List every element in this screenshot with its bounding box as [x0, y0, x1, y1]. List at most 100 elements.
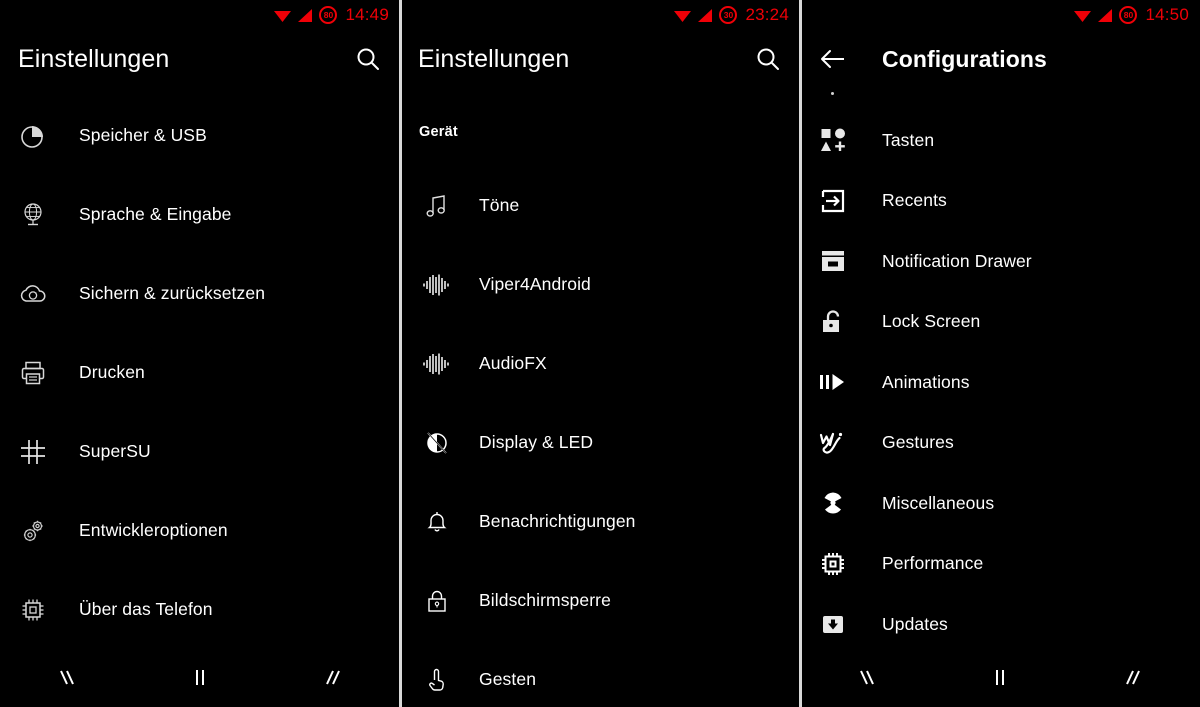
status-bar: 80 14:49: [0, 0, 400, 30]
list-item[interactable]: Sprache & Eingabe: [0, 175, 400, 254]
back-arrow-icon[interactable]: [819, 45, 847, 73]
cpu-icon: [816, 547, 850, 581]
list-item[interactable]: Recents: [800, 171, 1200, 232]
list-item[interactable]: Benachrichtigungen: [400, 482, 800, 561]
list-item-label: Sichern & zurücksetzen: [79, 283, 266, 303]
list-item-label: Benachrichtigungen: [479, 511, 636, 531]
list-item-label: Updates: [882, 613, 948, 634]
recents-glyph: [326, 670, 341, 685]
signal-icon: [1097, 7, 1114, 23]
waveform-icon: [420, 268, 454, 302]
music-note-icon: [420, 189, 454, 223]
gesture-icon: [816, 426, 850, 460]
lock-icon: [420, 584, 454, 618]
page-title: Einstellungen: [18, 44, 170, 73]
wifi-icon: [273, 7, 292, 23]
list-item-label: Notification Drawer: [882, 250, 1032, 271]
list-item-label: Töne: [479, 195, 520, 215]
bell-icon: [420, 505, 454, 539]
three-panel-screenshot: 80 14:49 Einstellungen Speicher & USB Sp…: [0, 0, 1200, 707]
back-glyph: [59, 670, 74, 685]
status-bar: 30 23:24: [400, 0, 800, 30]
page-title: Einstellungen: [418, 44, 570, 73]
list-item[interactable]: Über das Telefon: [0, 570, 400, 649]
page-title: Configurations: [882, 45, 1047, 72]
list-item-label: Display & LED: [479, 432, 594, 452]
navigation-bar: [800, 647, 1200, 707]
play-bars-icon: [816, 365, 850, 399]
cloud-sync-icon: [16, 277, 50, 311]
status-time: 23:24: [745, 5, 789, 24]
configurations-list: Tasten Recents Notification Drawer Lock …: [800, 110, 1200, 655]
list-item-label: Entwickleroptionen: [79, 520, 228, 540]
list-item-label: Tasten: [882, 129, 935, 150]
list-item[interactable]: Gestures: [800, 413, 1200, 474]
hash-icon: [16, 435, 50, 469]
list-item-label: Performance: [882, 553, 984, 574]
nav-recents-button[interactable]: [267, 647, 400, 707]
status-time: 14:49: [345, 5, 389, 24]
battery-icon: 80: [1119, 6, 1138, 24]
radiation-icon: [816, 486, 850, 520]
list-item[interactable]: Notification Drawer: [800, 231, 1200, 292]
list-item[interactable]: Drucken: [0, 333, 400, 412]
navigation-bar: [0, 647, 400, 707]
wifi-icon: [1073, 7, 1092, 23]
nav-back-button[interactable]: [800, 647, 933, 707]
enter-box-icon: [816, 184, 850, 218]
battery-icon: 30: [719, 6, 738, 24]
nav-back-button[interactable]: [0, 647, 133, 707]
list-item-label: AudioFX: [479, 353, 547, 373]
nav-recents-button[interactable]: [1067, 647, 1200, 707]
section-header: Gerät: [419, 124, 458, 140]
wifi-icon: [673, 7, 692, 23]
list-item[interactable]: Animations: [800, 352, 1200, 413]
nav-home-button[interactable]: [133, 647, 266, 707]
settings-list: Speicher & USB Sprache & Eingabe Sichern…: [0, 96, 400, 649]
list-item[interactable]: Entwickleroptionen: [0, 491, 400, 570]
waveform-icon: [420, 347, 454, 381]
list-item-label: Sprache & Eingabe: [79, 204, 232, 224]
panel-settings-device: 30 23:24 Einstellungen Gerät Töne Viper4…: [400, 0, 800, 707]
status-time: 14:50: [1145, 5, 1189, 24]
list-item[interactable]: Performance: [800, 534, 1200, 595]
app-bar: Einstellungen: [0, 30, 400, 88]
search-icon[interactable]: [355, 46, 381, 72]
unlock-icon: [816, 305, 850, 339]
signal-icon: [297, 7, 314, 23]
list-item[interactable]: SuperSU: [0, 412, 400, 491]
list-item[interactable]: AudioFX: [400, 324, 800, 403]
list-item-label: Gestures: [882, 432, 954, 453]
printer-icon: [16, 356, 50, 390]
nav-home-button[interactable]: [933, 647, 1066, 707]
list-item[interactable]: Sichern & zurücksetzen: [0, 254, 400, 333]
list-item-label: Lock Screen: [882, 311, 981, 332]
back-glyph: [859, 670, 874, 685]
search-icon[interactable]: [755, 46, 781, 72]
battery-icon: 80: [319, 6, 338, 24]
list-item-label: SuperSU: [79, 441, 151, 461]
list-item[interactable]: Töne: [400, 166, 800, 245]
list-item[interactable]: Display & LED: [400, 403, 800, 482]
recents-glyph: [1126, 670, 1141, 685]
list-item[interactable]: Miscellaneous: [800, 473, 1200, 534]
list-item[interactable]: Speicher & USB: [0, 96, 400, 175]
list-item[interactable]: Tasten: [800, 110, 1200, 171]
panel-divider: [399, 0, 402, 707]
panel-configurations: 80 14:50 Configurations Tasten Recents N…: [800, 0, 1200, 707]
list-item-label: Bildschirmsperre: [479, 590, 611, 610]
list-item-label: Animations: [882, 371, 970, 392]
list-item-label: Miscellaneous: [882, 492, 995, 513]
list-item[interactable]: Lock Screen: [800, 292, 1200, 353]
list-item[interactable]: Viper4Android: [400, 245, 800, 324]
list-item[interactable]: Gesten: [400, 640, 800, 707]
app-bar: Einstellungen: [400, 30, 800, 88]
pie-chart-icon: [16, 119, 50, 153]
list-item[interactable]: Updates: [800, 594, 1200, 655]
list-item[interactable]: Bildschirmsperre: [400, 561, 800, 640]
download-box-icon: [816, 607, 850, 641]
home-glyph: [995, 670, 1004, 685]
home-glyph: [195, 670, 204, 685]
app-bar: Configurations: [800, 30, 1200, 88]
decorative-dot: [831, 92, 834, 95]
